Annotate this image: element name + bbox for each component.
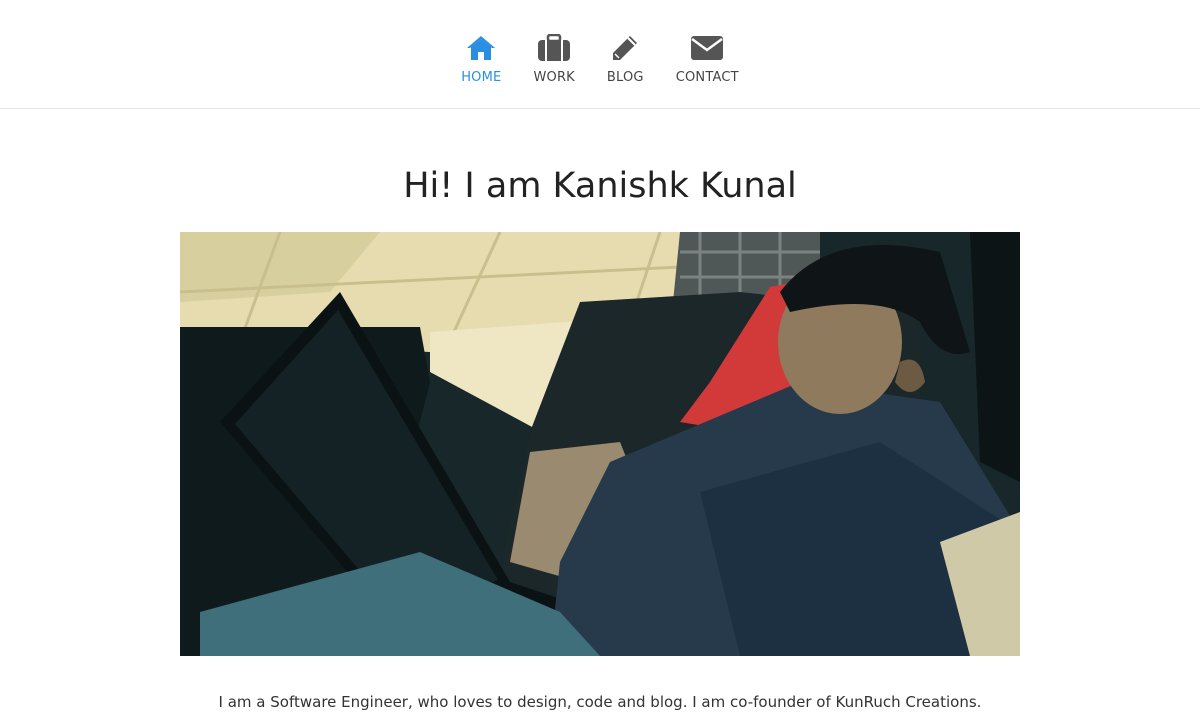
nav-item-label: CONTACT xyxy=(675,70,739,85)
photo-of-man-with-laptop xyxy=(180,232,1020,656)
nav-item-label: WORK xyxy=(533,70,575,85)
home-icon xyxy=(466,32,496,64)
nav-item-blog[interactable]: BLOG xyxy=(607,32,644,85)
pencil-icon xyxy=(610,32,640,64)
nav-item-home[interactable]: HOME xyxy=(461,32,501,85)
nav-item-work[interactable]: WORK xyxy=(533,32,575,85)
nav-item-contact[interactable]: CONTACT xyxy=(676,32,739,85)
briefcase-icon xyxy=(537,32,571,64)
intro-text: I am a Software Engineer, who loves to d… xyxy=(218,693,982,711)
profile-photo xyxy=(180,232,1020,656)
nav-item-label: BLOG xyxy=(606,70,644,85)
envelope-icon xyxy=(690,32,724,64)
top-navigation: HOME WORK BLOG CONTACT xyxy=(0,0,1200,109)
page-title: Hi! I am Kanishk Kunal xyxy=(403,166,797,206)
nav-item-label: HOME xyxy=(461,70,502,85)
